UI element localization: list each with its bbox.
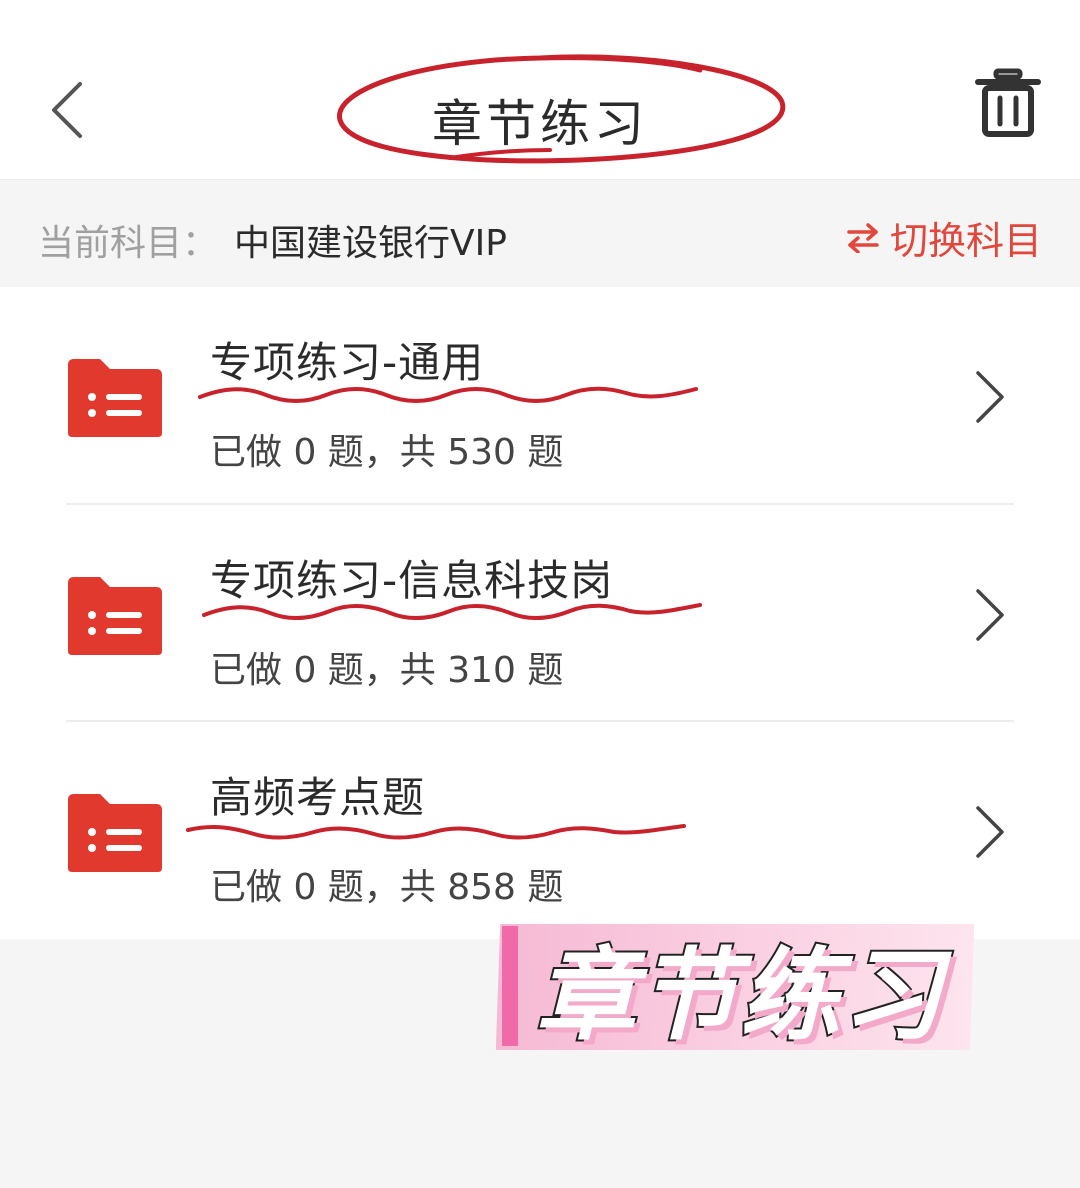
chapter-list: 专项练习-通用 已做 0 题，共 530 题 专项练习-信息科技岗 已做 0 题… [0,287,1080,939]
switch-subject-button[interactable]: 切换科目 [846,210,1042,265]
item-title: 专项练习-信息科技岗 [210,556,614,605]
chevron-right-icon [976,806,1004,858]
sticker-accent-bar [502,926,518,1046]
item-title: 高频考点题 [210,773,426,822]
delete-button[interactable] [972,68,1044,140]
switch-subject-label: 切换科目 [889,219,1042,263]
chapter-practice-page: 章节练习 当前科目： 中国建设银行VIP 切换科目 专项练习-通用 已做 0 题… [0,0,1080,1188]
top-nav-bar: 章节练习 [0,0,1080,180]
list-item-it-post[interactable]: 专项练习-信息科技岗 已做 0 题，共 310 题 [0,505,1080,722]
current-subject-name: 中国建设银行VIP [234,223,507,264]
page-title: 章节练习 [432,95,648,153]
trash-icon [975,68,1041,137]
sticker-text: 章节练习 [534,935,944,1056]
item-progress: 已做 0 题，共 310 题 [210,650,564,691]
folder-list-icon [68,359,162,437]
folder-list-icon [68,577,162,655]
chapter-practice-sticker: 章节练习 [495,914,975,1056]
swap-arrows-icon [847,222,879,253]
chevron-right-icon [976,371,1004,423]
list-item-general[interactable]: 专项练习-通用 已做 0 题，共 530 题 [0,287,1080,504]
current-subject-label: 当前科目： [38,223,219,264]
item-progress: 已做 0 题，共 530 题 [210,432,564,473]
item-title: 专项练习-通用 [210,338,485,387]
folder-list-icon [68,794,162,872]
item-progress: 已做 0 题，共 858 题 [210,867,564,908]
list-item-high-frequency[interactable]: 高频考点题 已做 0 题，共 858 题 [0,722,1080,939]
chevron-right-icon [976,589,1004,641]
